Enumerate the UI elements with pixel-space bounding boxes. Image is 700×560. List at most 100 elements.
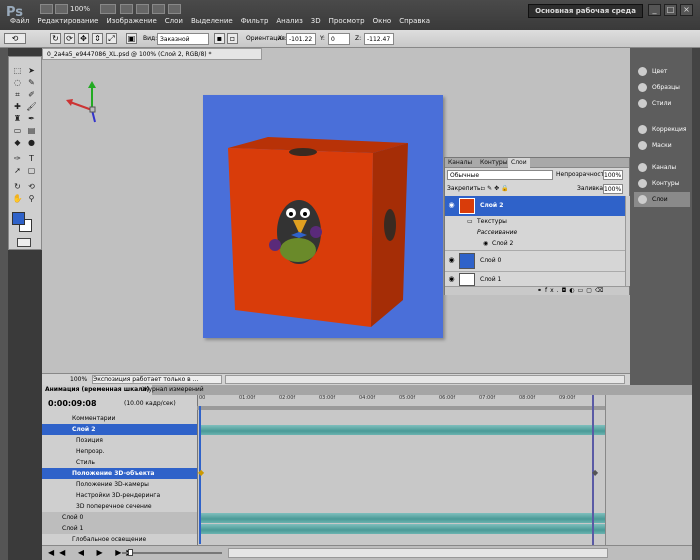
dock-button-styles[interactable]: Стили <box>634 96 690 111</box>
dock-scrollbar[interactable] <box>692 48 700 560</box>
menu-item[interactable]: Анализ <box>276 17 302 29</box>
timeline-row[interactable]: Положение 3D-объекта <box>42 468 197 479</box>
crop-icon[interactable]: ⌗ <box>12 89 23 100</box>
timeline-row[interactable]: Глобальное освещение <box>42 534 197 545</box>
shape-icon[interactable]: ▢ <box>26 165 37 176</box>
fx-button[interactable]: fx. <box>545 287 562 294</box>
view-3d-icon[interactable]: ▣ <box>126 33 137 44</box>
type-icon[interactable]: T <box>26 153 37 164</box>
document-tab[interactable]: 0_2a4a5_e9447086_XL.psd @ 100% (Слой 2, … <box>42 48 262 60</box>
quick-mask-icon[interactable] <box>17 238 31 247</box>
tab-animation[interactable]: Анимация (временная шкала) <box>42 385 153 395</box>
timecode[interactable]: 0:00:09:08 <box>48 397 97 411</box>
healing-icon[interactable]: ✚ <box>12 101 23 112</box>
new-layer-icon[interactable]: ▢ <box>586 287 595 294</box>
clone-stamp-icon[interactable]: ♜ <box>12 113 23 124</box>
folder-icon[interactable]: ▭ <box>578 287 587 294</box>
work-area-bar[interactable] <box>197 406 605 410</box>
dock-button-swatches[interactable]: Образцы <box>634 80 690 95</box>
menu-item[interactable]: Файл <box>10 17 29 29</box>
gradient-icon[interactable]: ▤ <box>26 125 37 136</box>
zoom-slider[interactable] <box>122 552 222 554</box>
dock-button-adjustments[interactable]: Коррекция <box>634 122 690 137</box>
layer-effect-textures[interactable]: ▭ Текстуры <box>445 217 625 227</box>
pen-icon[interactable]: ✑ <box>12 153 23 164</box>
zoom-slider-thumb[interactable] <box>128 549 133 556</box>
dock-button-layers[interactable]: Слои <box>634 192 690 207</box>
timeline-row[interactable]: Комментарии <box>42 413 197 424</box>
opacity-input[interactable]: 100% <box>603 170 623 180</box>
save-view-icon[interactable]: ▪ <box>214 33 225 44</box>
keyframe-end[interactable]: ◆ <box>592 468 598 477</box>
z-input[interactable]: -112.47 <box>364 33 394 45</box>
dock-button-paths[interactable]: Контуры <box>634 176 690 191</box>
menu-item[interactable]: Просмотр <box>329 17 365 29</box>
adjustment-icon[interactable]: ◐ <box>569 287 577 294</box>
timeline-row[interactable]: Слой 2 <box>42 424 197 435</box>
drag-3d-icon[interactable]: ✥ <box>78 33 89 44</box>
view-select[interactable]: Заказной про... <box>157 33 209 54</box>
menu-item[interactable]: Изображение <box>106 17 156 29</box>
zoom-icon[interactable] <box>120 4 133 14</box>
screen-mode-icon[interactable] <box>168 4 181 14</box>
layers-scrollbar[interactable] <box>625 196 630 286</box>
timeline-row[interactable]: Стиль <box>42 457 197 468</box>
blend-mode-select[interactable]: Обычные <box>447 170 553 180</box>
eye-icon[interactable]: ◉ <box>446 255 457 266</box>
hand-icon[interactable] <box>100 4 116 14</box>
hand-tool-icon[interactable]: ✋ <box>12 193 23 204</box>
keyframe-start[interactable]: ◆ <box>198 468 204 477</box>
maximize-button[interactable]: □ <box>664 4 677 16</box>
3d-rotate-icon[interactable]: ↻ <box>12 181 23 192</box>
layer-duration-bar[interactable] <box>200 425 605 435</box>
arrange-icon[interactable] <box>152 4 165 14</box>
dock-button-channels[interactable]: Каналы <box>634 160 690 175</box>
menu-item[interactable]: 3D <box>311 17 321 29</box>
minibridge-icon[interactable] <box>55 4 68 14</box>
link-icon[interactable]: ⚭ <box>537 287 545 294</box>
rotate-3d-icon[interactable]: ↻ <box>50 33 61 44</box>
tab-measurement-log[interactable]: Журнал измерений <box>139 385 207 395</box>
timeline-scrollbar[interactable] <box>228 548 608 558</box>
dock-button-color[interactable]: Цвет <box>634 64 690 79</box>
layer-duration-bar[interactable] <box>200 513 605 523</box>
status-zoom[interactable]: 100% <box>70 374 87 385</box>
roll-3d-icon[interactable]: ⟳ <box>64 33 75 44</box>
layer-row-sloy0[interactable]: ◉ Слой 0 <box>445 250 625 270</box>
tab-channels[interactable]: Каналы <box>445 158 475 168</box>
layer-effect-sub[interactable]: ◉ Слой 2 <box>445 239 625 249</box>
layer-row-sloy1[interactable]: ◉ Слой 1 <box>445 271 625 286</box>
timeline-row[interactable]: Позиция <box>42 435 197 446</box>
lasso-icon[interactable]: ◌ <box>12 77 23 88</box>
blur-icon[interactable]: ◆ <box>12 137 23 148</box>
y-input[interactable]: 0 <box>328 33 350 45</box>
menu-item[interactable]: Выделение <box>191 17 233 29</box>
eye-icon[interactable]: ◉ <box>446 274 457 285</box>
rotate-view-icon[interactable] <box>136 4 149 14</box>
foreground-color[interactable] <box>12 212 25 225</box>
path-select-icon[interactable]: ➚ <box>12 165 23 176</box>
lock-icons[interactable]: ▫✎✥🔒 <box>481 185 511 192</box>
3d-camera-icon[interactable]: ⟲ <box>26 181 37 192</box>
tab-paths[interactable]: Контуры <box>477 158 510 168</box>
menu-item[interactable]: Справка <box>399 17 430 29</box>
close-button[interactable]: × <box>680 4 693 16</box>
trash-icon[interactable]: ⌫ <box>595 287 606 294</box>
timeline-row[interactable]: Положение 3D-камеры <box>42 479 197 490</box>
quick-select-icon[interactable]: ✎ <box>26 77 37 88</box>
menu-item[interactable]: Окно <box>373 17 392 29</box>
brush-icon[interactable]: 🖌 <box>26 101 37 112</box>
scale-3d-icon[interactable]: ⤢ <box>106 33 117 44</box>
timeline-row[interactable]: Непрозр. <box>42 446 197 457</box>
layer-row-sloy2[interactable]: ◉ Слой 2 <box>445 196 625 216</box>
minimize-button[interactable]: _ <box>648 4 661 16</box>
timeline-row[interactable]: Слой 1 <box>42 523 197 534</box>
history-brush-icon[interactable]: ✒ <box>26 113 37 124</box>
menu-item[interactable]: Редактирование <box>37 17 98 29</box>
workspace-button[interactable]: Основная рабочая среда <box>528 4 643 18</box>
slide-3d-icon[interactable]: ⇕ <box>92 33 103 44</box>
timeline-row[interactable]: Слой 0 <box>42 512 197 523</box>
zoom-select[interactable]: 100% <box>70 5 90 13</box>
layer-duration-bar[interactable] <box>200 524 605 534</box>
tab-layers[interactable]: Слои <box>508 158 530 168</box>
